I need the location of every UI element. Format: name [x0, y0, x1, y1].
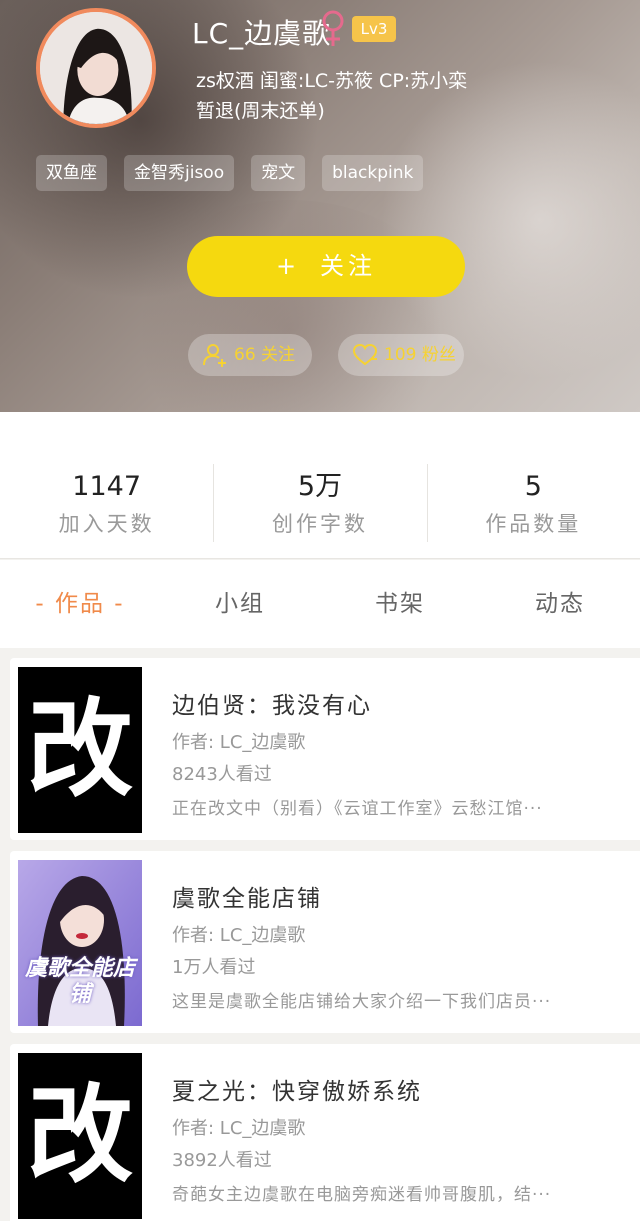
- level-badge: Lv3: [352, 16, 396, 42]
- tab-works[interactable]: - 作品 -: [0, 560, 160, 648]
- stat-value: 1147: [72, 471, 142, 502]
- cover-text: 虞歌全能店铺: [24, 956, 135, 1007]
- work-description: 奇葩女主边虞歌在电脑旁痴迷看帅哥腹肌，结···: [172, 1185, 552, 1205]
- tag-chip[interactable]: 金智秀jisoo: [124, 155, 235, 191]
- work-cover: 改: [18, 667, 142, 833]
- tag-chip[interactable]: 宠文: [251, 155, 306, 191]
- bio: zs权酒 闺蜜:LC-苏筱 CP:苏小栾 暂退(周末还单): [196, 66, 516, 126]
- user-add-icon: [203, 344, 226, 367]
- work-card[interactable]: 虞歌全能店铺 虞歌全能店铺 作者: LC_边虞歌 1万人看过 这里是虞歌全能店铺…: [10, 851, 640, 1033]
- avatar-image: [40, 12, 152, 124]
- tag-list: 双鱼座 金智秀jisoo 宠文 blackpink: [36, 155, 424, 191]
- work-cover: 改: [18, 1053, 142, 1219]
- stats-bar: 1147 加入天数 5万 创作字数 5 作品数量: [0, 412, 640, 559]
- work-title: 边伯贤：我没有心: [172, 693, 372, 719]
- tab-groups[interactable]: 小组: [160, 560, 320, 648]
- tab-bar: - 作品 - 小组 书架 动态: [0, 560, 640, 648]
- stat-words: 5万 创作字数: [213, 412, 426, 558]
- username: LC_边虞歌: [192, 17, 332, 50]
- work-views: 8243人看过: [172, 764, 272, 785]
- stat-value: 5万: [297, 471, 343, 502]
- female-icon: [322, 10, 344, 46]
- stat-days: 1147 加入天数: [0, 412, 213, 558]
- bio-line: zs权酒 闺蜜:LC-苏筱 CP:苏小栾: [196, 70, 468, 92]
- follow-button[interactable]: + 关注: [187, 236, 465, 297]
- work-title: 夏之光：快穿傲娇系统: [172, 1079, 422, 1105]
- heart-icon: [352, 343, 378, 366]
- plus-icon: +: [275, 252, 301, 280]
- stat-label: 作品数量: [485, 512, 582, 536]
- stat-label: 创作字数: [271, 512, 368, 536]
- bio-line: 暂退(周末还单): [196, 100, 325, 122]
- tab-bookshelf[interactable]: 书架: [320, 560, 480, 648]
- work-title: 虞歌全能店铺: [172, 886, 322, 912]
- work-card[interactable]: 改 夏之光：快穿傲娇系统 作者: LC_边虞歌 3892人看过 奇葩女主边虞歌在…: [10, 1044, 640, 1221]
- following-button[interactable]: 66 关注: [188, 334, 312, 376]
- avatar[interactable]: [36, 8, 156, 128]
- work-description: 这里是虞歌全能店铺给大家介绍一下我们店员···: [172, 992, 552, 1012]
- work-description: 正在改文中（别看）《云谊工作室》云愁江馆···: [172, 799, 543, 819]
- stat-value: 5: [524, 471, 542, 502]
- work-cover: 虞歌全能店铺: [18, 860, 142, 1026]
- follow-label: 关注: [320, 252, 377, 280]
- work-views: 1万人看过: [172, 957, 256, 978]
- work-views: 3892人看过: [172, 1150, 272, 1171]
- tag-chip[interactable]: blackpink: [322, 155, 424, 191]
- stat-works: 5 作品数量: [426, 412, 640, 558]
- stat-label: 加入天数: [58, 512, 155, 536]
- fans-count: 109 粉丝: [384, 345, 456, 365]
- tag-chip[interactable]: 双鱼座: [36, 155, 107, 191]
- cover-text: 改: [27, 688, 133, 811]
- work-author: 作者: LC_边虞歌: [172, 925, 306, 946]
- tab-activity[interactable]: 动态: [480, 560, 640, 648]
- cover-text: 改: [27, 1074, 133, 1197]
- profile-header: LC_边虞歌 Lv3 zs权酒 闺蜜:LC-苏筱 CP:苏小栾 暂退(周末还单)…: [0, 0, 640, 412]
- work-author: 作者: LC_边虞歌: [172, 732, 306, 753]
- work-author: 作者: LC_边虞歌: [172, 1118, 306, 1139]
- work-card[interactable]: 改 边伯贤：我没有心 作者: LC_边虞歌 8243人看过 正在改文中（别看）《…: [10, 658, 640, 840]
- following-count: 66 关注: [234, 345, 296, 365]
- fans-button[interactable]: 109 粉丝: [338, 334, 464, 376]
- works-list: 改 边伯贤：我没有心 作者: LC_边虞歌 8243人看过 正在改文中（别看）《…: [10, 658, 640, 1221]
